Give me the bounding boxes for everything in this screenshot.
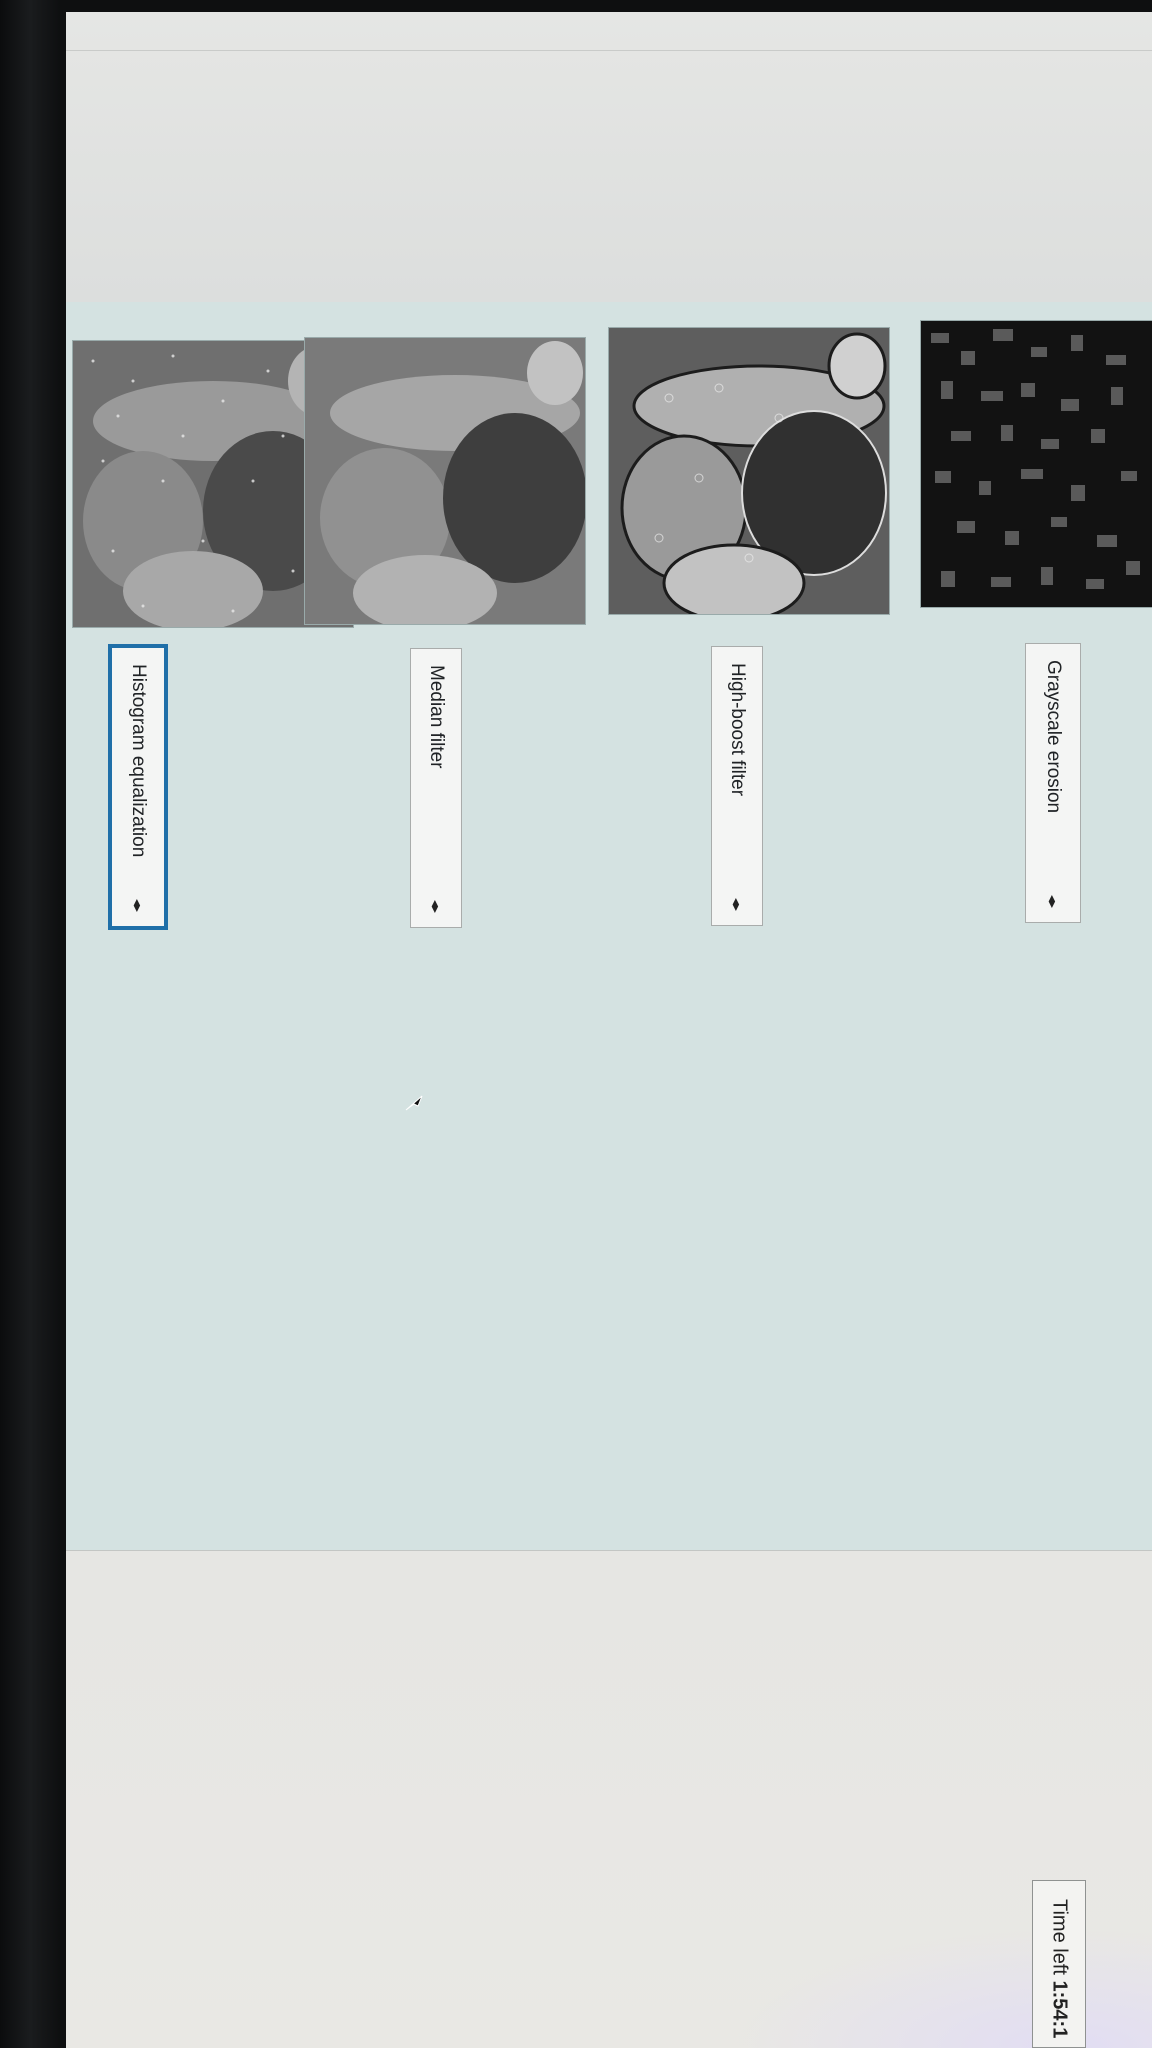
mouse-pointer-icon	[405, 1095, 423, 1111]
peppers-sharpened-image	[608, 327, 890, 615]
select-high-boost-filter[interactable]: High-boost filter ◂▸	[711, 646, 763, 926]
updown-arrows-icon: ◂▸	[130, 898, 146, 913]
peppers-eroded-image	[920, 320, 1152, 608]
time-left-value: 1:54:1	[1048, 1980, 1071, 2039]
header-panel	[66, 12, 1152, 303]
select-label: Grayscale erosion	[1043, 660, 1064, 814]
updown-arrows-icon: ◂▸	[729, 897, 745, 912]
updown-arrows-icon: ◂▸	[1045, 894, 1061, 909]
time-left-text: Time left 1:54:1	[1048, 1899, 1071, 2039]
select-label: Histogram equalization	[128, 664, 149, 858]
screen-glare	[732, 1928, 1152, 2048]
peppers-smooth-image	[304, 337, 586, 625]
screen	[66, 12, 1152, 2048]
select-label: High-boost filter	[727, 663, 748, 797]
time-left-badge: Time left 1:54:1	[1032, 1880, 1086, 2048]
select-median-filter[interactable]: Median filter ◂▸	[410, 648, 462, 928]
select-histogram-equalization[interactable]: Histogram equalization ◂▸	[108, 644, 168, 930]
select-label: Median filter	[426, 665, 447, 769]
updown-arrows-icon: ◂▸	[428, 899, 444, 914]
select-grayscale-erosion[interactable]: Grayscale erosion ◂▸	[1025, 643, 1081, 923]
